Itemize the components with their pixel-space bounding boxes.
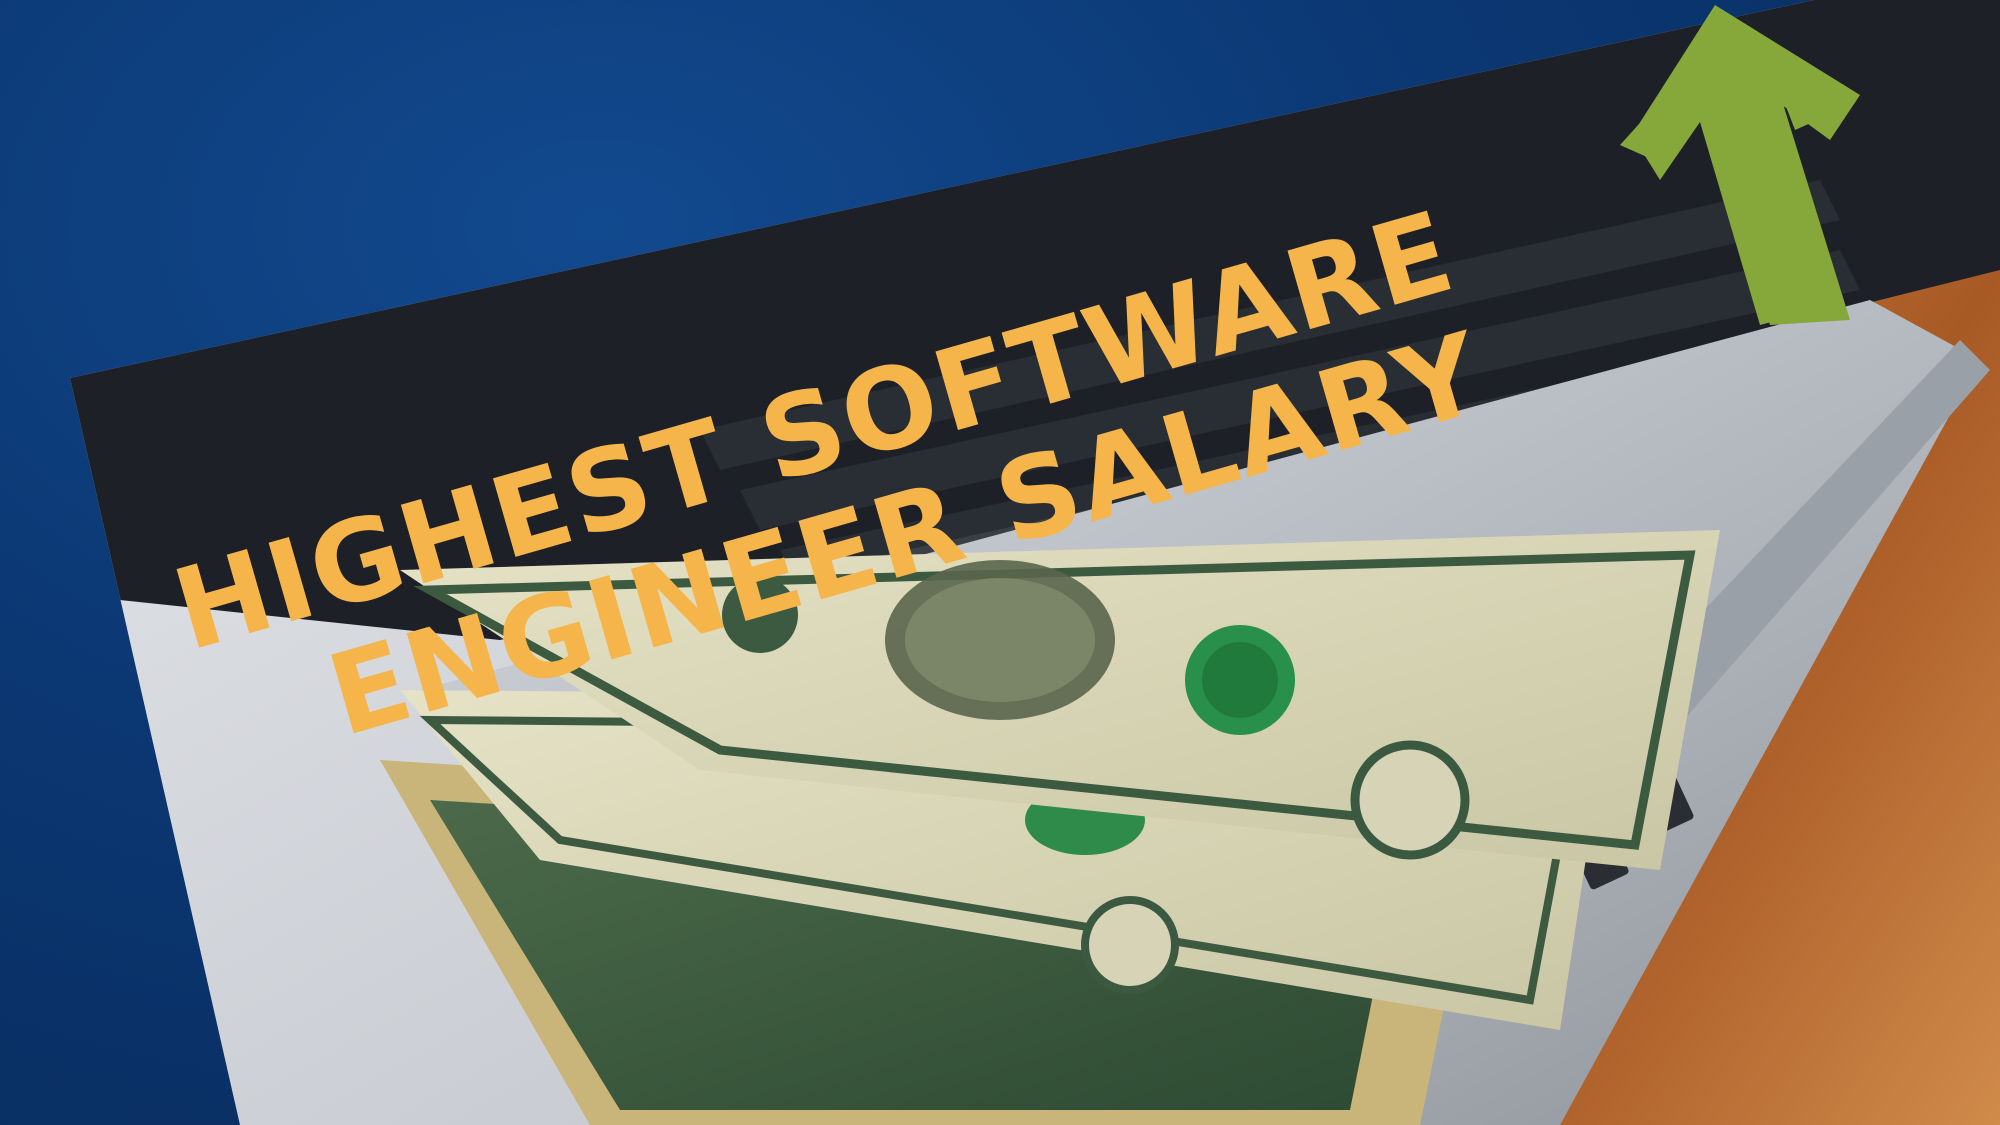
thumbnail-stage: HIGHEST SOFTWARE ENGINEER SALARY — [0, 0, 2000, 1125]
photo-panel: HIGHEST SOFTWARE ENGINEER SALARY — [70, 0, 2000, 1125]
